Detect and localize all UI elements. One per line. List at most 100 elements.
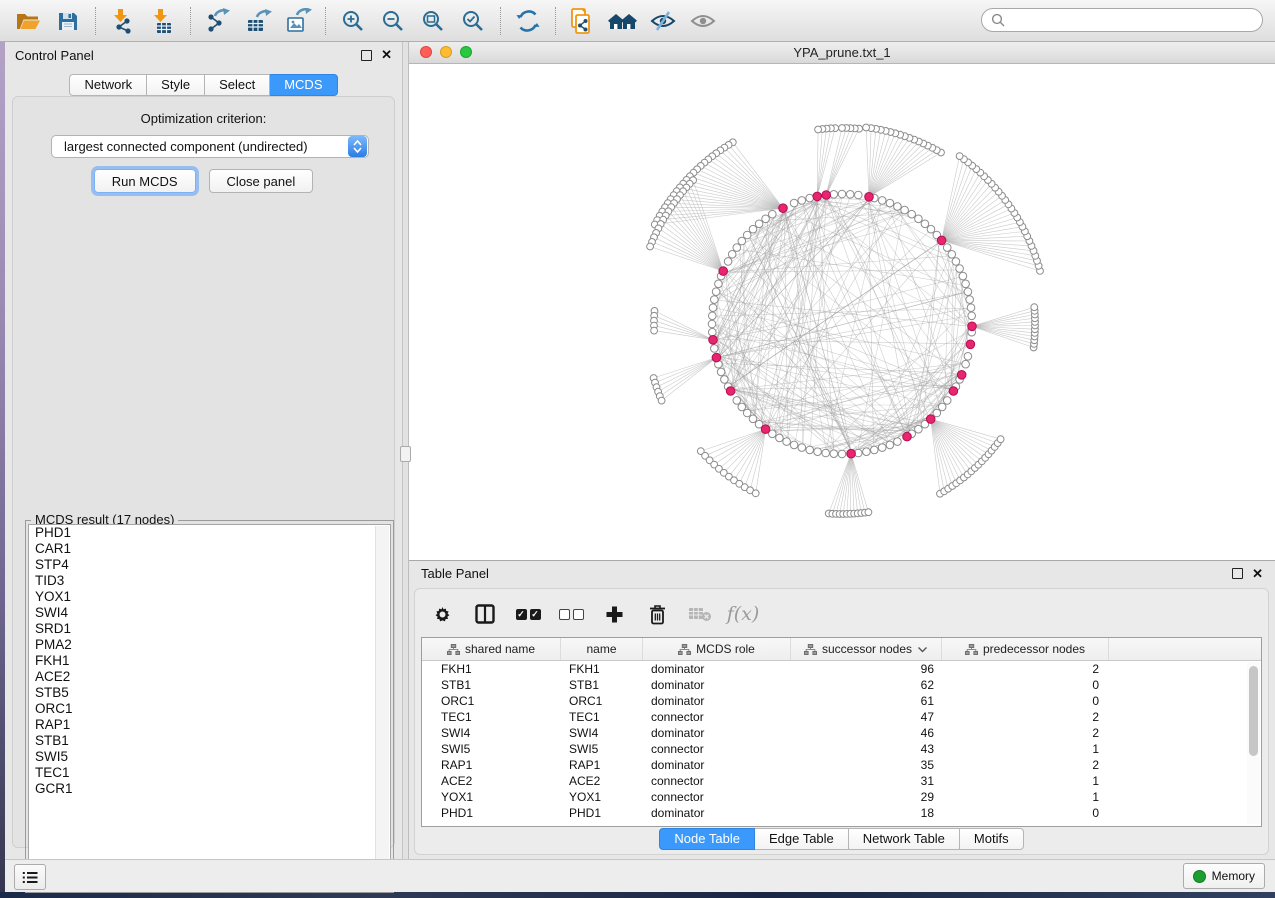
column-header-MCDS-role[interactable]: MCDS role — [643, 638, 791, 660]
network-graph[interactable] — [409, 64, 1275, 560]
cell-successor-nodes: 29 — [791, 790, 942, 804]
table-row[interactable]: STB1STB1dominator620 — [422, 677, 1261, 693]
zoom-in-icon[interactable] — [337, 6, 369, 36]
tab-mcds[interactable]: MCDS — [270, 74, 337, 96]
mcds-result-item[interactable]: SWI5 — [29, 749, 390, 765]
mcds-result-item[interactable]: PHD1 — [29, 525, 390, 541]
mcds-result-item[interactable]: CAR1 — [29, 541, 390, 557]
mcds-result-item[interactable]: GCR1 — [29, 781, 390, 797]
tab-style[interactable]: Style — [147, 74, 205, 96]
table-scrollbar[interactable] — [1247, 662, 1260, 824]
cell-MCDS-role: dominator — [643, 806, 791, 820]
select-all-icon[interactable]: ✓✓ — [515, 601, 541, 627]
table-row[interactable]: ACE2ACE2connector311 — [422, 773, 1261, 789]
window-close-icon[interactable] — [420, 46, 432, 58]
refresh-icon[interactable] — [512, 6, 544, 36]
table-tab-motifs[interactable]: Motifs — [960, 828, 1024, 850]
delete-column-icon[interactable] — [644, 601, 670, 627]
export-image-icon[interactable] — [282, 6, 314, 36]
network-window-titlebar[interactable]: YPA_prune.txt_1 — [409, 42, 1275, 64]
zoom-out-icon[interactable] — [377, 6, 409, 36]
mcds-result-item[interactable]: STB1 — [29, 733, 390, 749]
search-field[interactable] — [981, 8, 1263, 32]
column-header-successor-nodes[interactable]: successor nodes — [791, 638, 942, 660]
add-column-icon[interactable] — [601, 601, 627, 627]
close-panel-icon[interactable]: ✕ — [1252, 569, 1263, 579]
mcds-result-item[interactable]: PMA2 — [29, 637, 390, 653]
table-tab-edge-table[interactable]: Edge Table — [755, 828, 849, 850]
network-canvas[interactable] — [409, 64, 1275, 560]
first-neighbors-icon[interactable] — [607, 6, 639, 36]
cell-MCDS-role: dominator — [643, 758, 791, 772]
open-session-icon[interactable] — [12, 6, 44, 36]
gear-icon[interactable] — [429, 601, 455, 627]
splitter-grip[interactable] — [400, 446, 411, 462]
column-header-name[interactable]: name — [561, 638, 643, 660]
search-input[interactable] — [1011, 12, 1253, 28]
hide-graphics-details-icon[interactable] — [647, 6, 679, 36]
control-panel-title: Control Panel — [15, 48, 94, 63]
float-window-icon[interactable] — [1232, 568, 1243, 579]
import-table-icon[interactable] — [147, 6, 179, 36]
close-panel-button[interactable]: Close panel — [209, 169, 314, 193]
mcds-result-item[interactable]: SWI4 — [29, 605, 390, 621]
cell-MCDS-role: dominator — [643, 662, 791, 676]
show-panels-button[interactable] — [14, 864, 46, 890]
table-tab-network-table[interactable]: Network Table — [849, 828, 960, 850]
optimization-criterion-label: Optimization criterion: — [13, 111, 394, 126]
criterion-select[interactable]: largest connected component (undirected) — [51, 135, 369, 158]
save-session-icon[interactable] — [52, 6, 84, 36]
import-network-icon[interactable] — [107, 6, 139, 36]
column-header-shared-name[interactable]: shared name — [422, 638, 561, 660]
deselect-all-icon[interactable] — [558, 601, 584, 627]
table-row[interactable]: SWI4SWI4dominator462 — [422, 725, 1261, 741]
zoom-selected-icon[interactable] — [457, 6, 489, 36]
mcds-result-item[interactable]: STB5 — [29, 685, 390, 701]
toolbar-separator — [190, 7, 191, 35]
table-row[interactable]: SWI5SWI5connector431 — [422, 741, 1261, 757]
column-header-predecessor-nodes[interactable]: predecessor nodes — [942, 638, 1109, 660]
column-layout-icon[interactable] — [472, 601, 498, 627]
mcds-result-item[interactable]: ORC1 — [29, 701, 390, 717]
table-row[interactable]: ORC1ORC1dominator610 — [422, 693, 1261, 709]
mcds-result-item[interactable]: STP4 — [29, 557, 390, 573]
tab-select[interactable]: Select — [205, 74, 270, 96]
memory-button[interactable]: Memory — [1183, 863, 1265, 889]
table-row[interactable]: YOX1YOX1connector291 — [422, 789, 1261, 805]
table-row[interactable]: TEC1TEC1connector472 — [422, 709, 1261, 725]
mcds-result-item[interactable]: SRD1 — [29, 621, 390, 637]
mcds-result-item[interactable]: FKH1 — [29, 653, 390, 669]
table-row[interactable]: RAP1RAP1dominator352 — [422, 757, 1261, 773]
duplicate-network-icon[interactable] — [567, 6, 599, 36]
table-tab-node-table[interactable]: Node Table — [659, 828, 755, 850]
float-window-icon[interactable] — [361, 50, 372, 61]
cell-name: TEC1 — [561, 710, 643, 724]
column-header-filler — [1109, 638, 1261, 660]
table-row[interactable]: FKH1FKH1dominator962 — [422, 661, 1261, 677]
mcds-list-scrollbar[interactable] — [375, 526, 389, 888]
window-zoom-icon[interactable] — [460, 46, 472, 58]
mcds-result-item[interactable]: TEC1 — [29, 765, 390, 781]
mcds-result-item[interactable]: YOX1 — [29, 589, 390, 605]
mcds-result-item[interactable]: RAP1 — [29, 717, 390, 733]
delete-table-icon-disabled — [687, 601, 713, 627]
window-minimize-icon[interactable] — [440, 46, 452, 58]
export-table-icon[interactable] — [242, 6, 274, 36]
status-bar: Memory — [5, 859, 1275, 892]
column-network-icon — [678, 644, 691, 655]
export-network-icon[interactable] — [202, 6, 234, 36]
tab-network[interactable]: Network — [69, 74, 147, 96]
cell-MCDS-role: connector — [643, 774, 791, 788]
show-graphics-details-icon[interactable] — [687, 6, 719, 36]
zoom-fit-icon[interactable] — [417, 6, 449, 36]
table-scrollbar-thumb[interactable] — [1249, 666, 1258, 756]
mcds-result-item[interactable]: ACE2 — [29, 669, 390, 685]
close-panel-icon[interactable]: ✕ — [381, 50, 392, 60]
toolbar-separator — [555, 7, 556, 35]
run-mcds-button[interactable]: Run MCDS — [94, 169, 196, 193]
mcds-result-item[interactable]: TID3 — [29, 573, 390, 589]
mcds-result-list[interactable]: PHD1CAR1STP4TID3YOX1SWI4SRD1PMA2FKH1ACE2… — [28, 524, 391, 890]
cell-name: STB1 — [561, 678, 643, 692]
memory-status-icon — [1193, 870, 1206, 883]
table-row[interactable]: PHD1PHD1dominator180 — [422, 805, 1261, 821]
